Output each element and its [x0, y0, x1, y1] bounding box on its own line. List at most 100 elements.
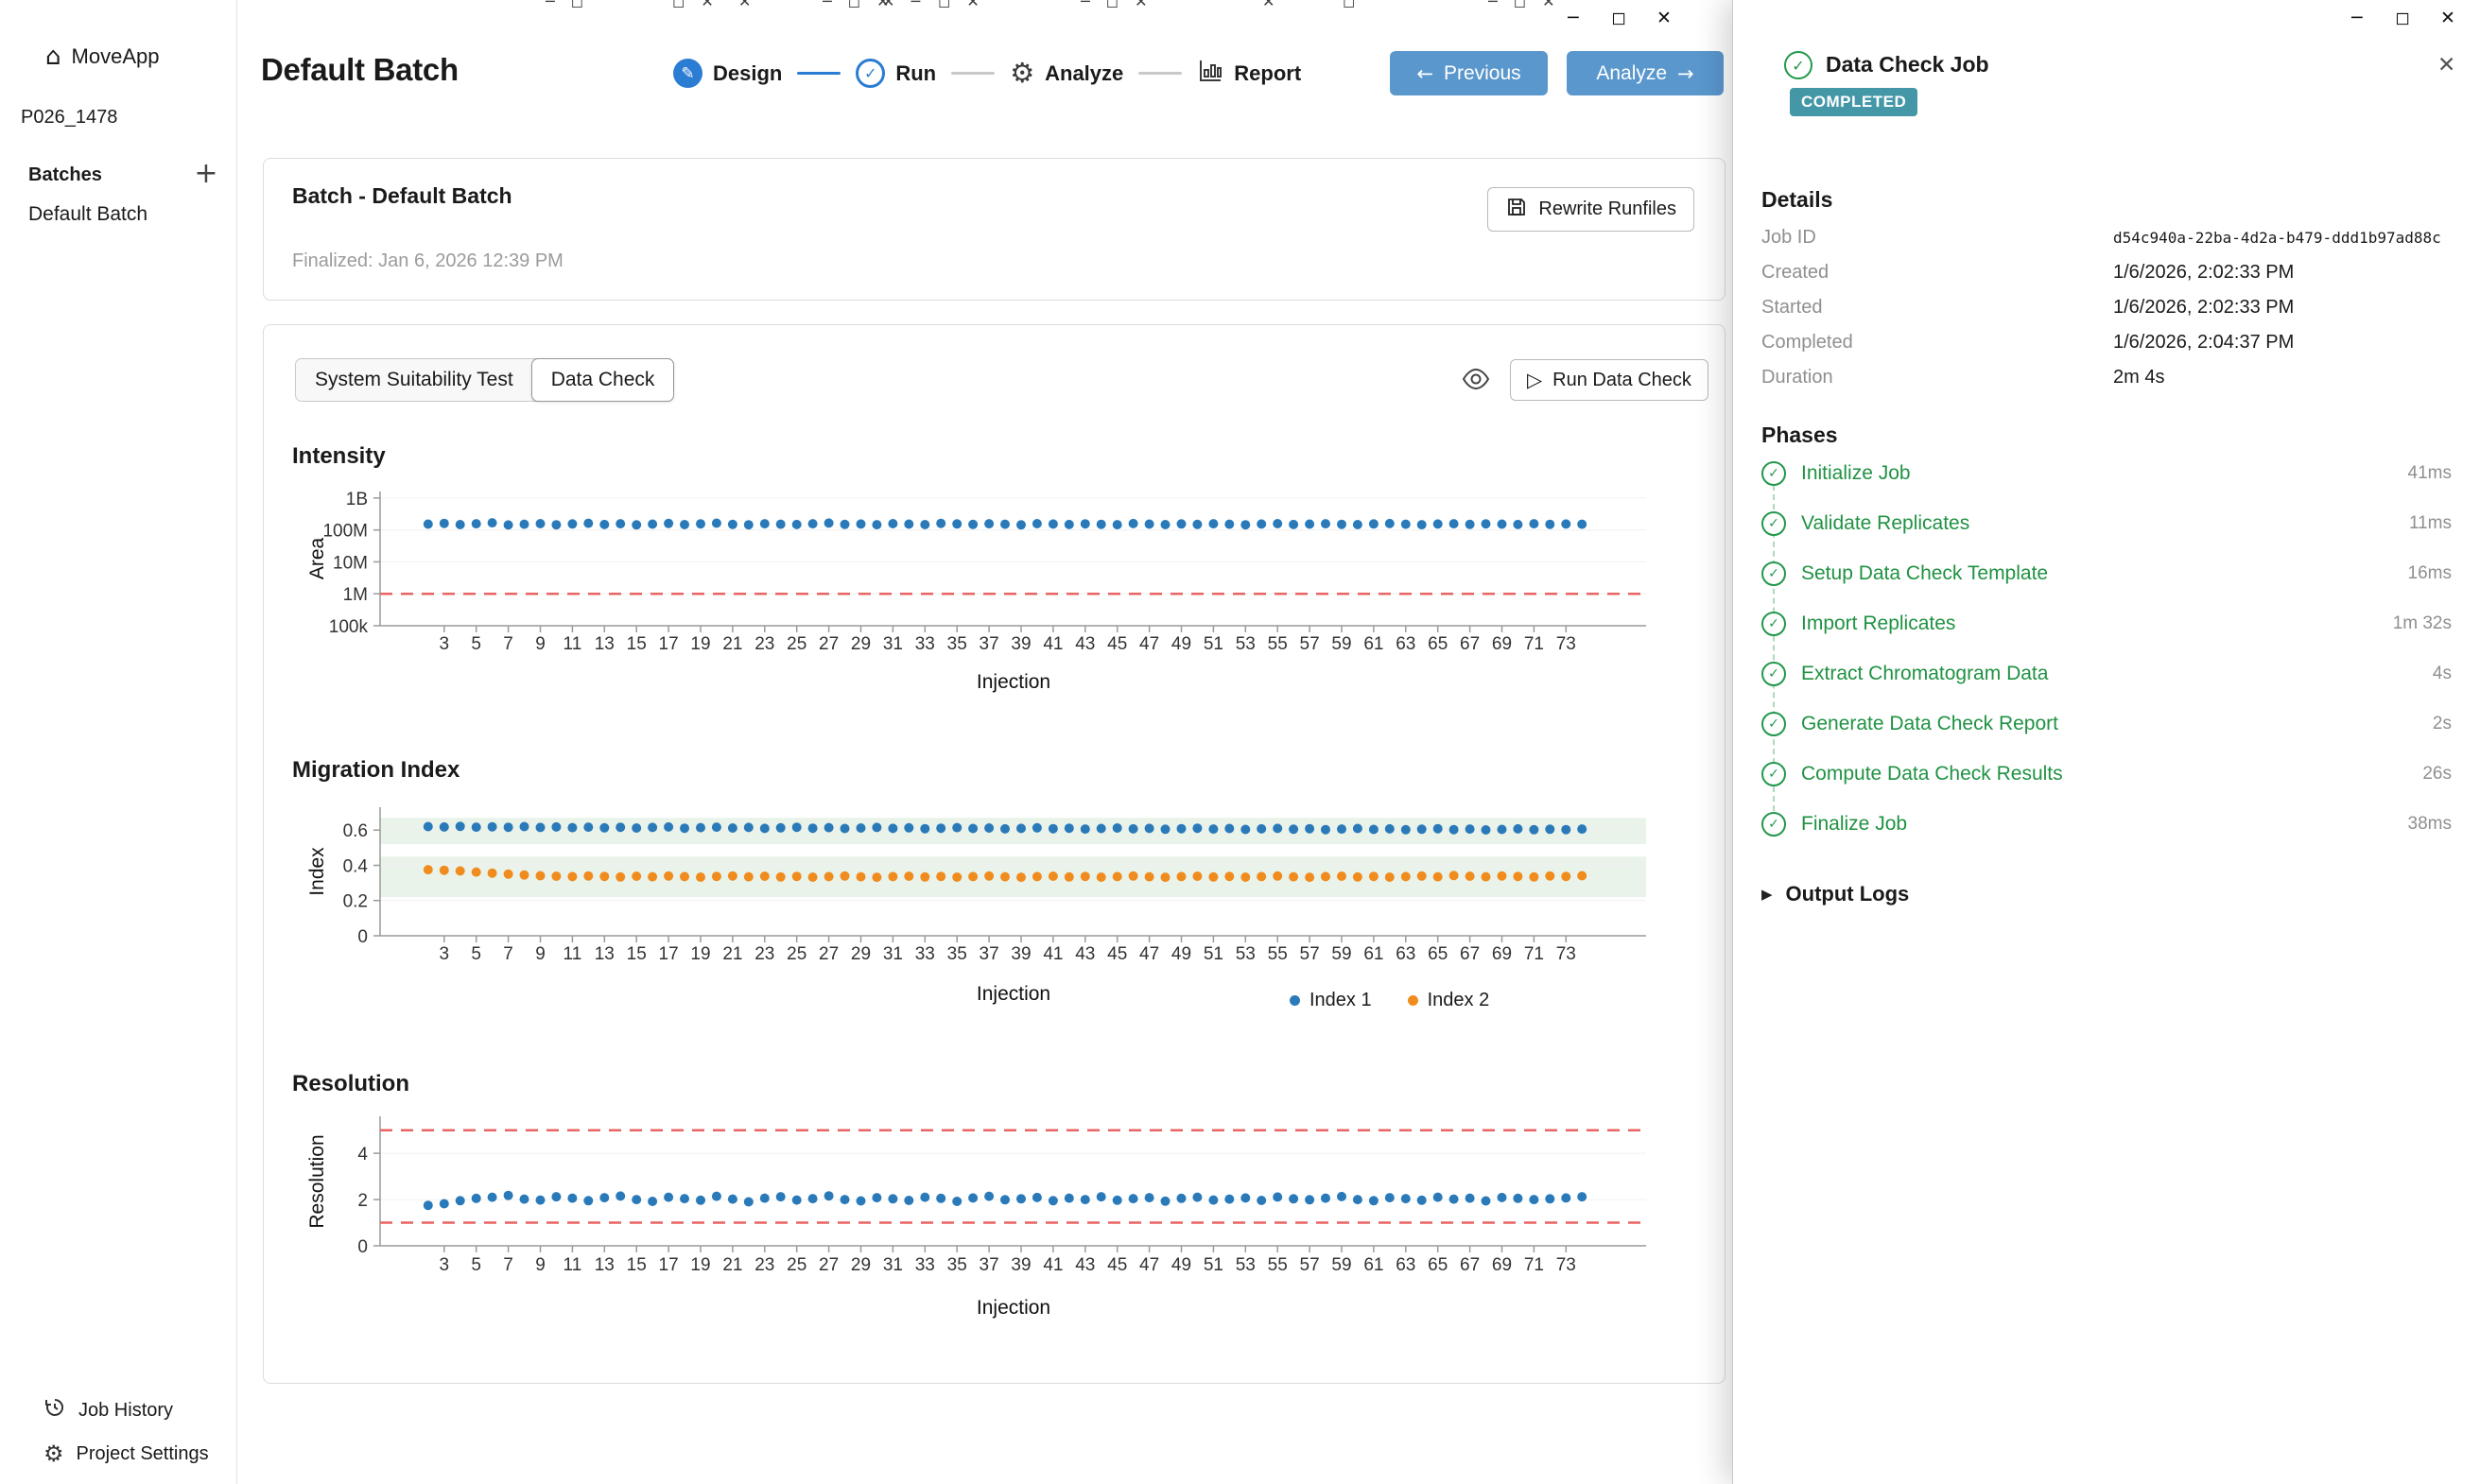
- left-arrow-icon: ←: [1416, 62, 1433, 85]
- svg-text:9: 9: [535, 944, 546, 964]
- svg-text:4: 4: [357, 1145, 368, 1165]
- details-list: Job ID d54c940a-22ba-4d2a-b479-ddd1b97ad…: [1761, 220, 2452, 395]
- analyze-button[interactable]: Analyze →: [1567, 51, 1724, 95]
- svg-text:33: 33: [915, 1255, 935, 1275]
- svg-text:35: 35: [947, 944, 967, 964]
- svg-text:29: 29: [851, 944, 871, 964]
- svg-text:55: 55: [1268, 1255, 1288, 1275]
- background-window-fragment: ✕: [738, 0, 756, 10]
- svg-text:65: 65: [1428, 944, 1448, 964]
- svg-text:5: 5: [471, 1255, 481, 1275]
- pencil-icon: ✎: [673, 59, 702, 88]
- step-design-label: Design: [713, 61, 782, 86]
- background-window-fragment: ◻: [1343, 0, 1361, 10]
- svg-text:69: 69: [1492, 944, 1512, 964]
- svg-text:19: 19: [690, 1255, 710, 1275]
- resolution-chart-title: Resolution: [292, 1071, 409, 1097]
- svg-text:59: 59: [1331, 634, 1351, 654]
- phase-check-icon: ✓: [1761, 561, 1786, 586]
- svg-text:57: 57: [1300, 944, 1320, 964]
- details-heading: Details: [1761, 187, 1832, 213]
- previous-button[interactable]: ← Previous: [1390, 51, 1548, 95]
- preview-button[interactable]: [1459, 368, 1493, 392]
- svg-text:45: 45: [1107, 1255, 1127, 1275]
- step-run-label: Run: [895, 61, 936, 86]
- phase-check-icon: ✓: [1761, 511, 1786, 536]
- svg-text:63: 63: [1396, 1255, 1415, 1275]
- tab-system-suitability-test[interactable]: System Suitability Test: [296, 359, 532, 401]
- svg-text:23: 23: [754, 1255, 774, 1275]
- svg-text:67: 67: [1460, 1255, 1480, 1275]
- svg-text:11: 11: [564, 634, 582, 654]
- phase-row-finalize-job: ✓ Finalize Job 38ms: [1761, 799, 2452, 849]
- gear-icon: ⚙: [1010, 60, 1034, 87]
- sidebar-item-job-history[interactable]: Job History: [43, 1396, 173, 1424]
- svg-text:61: 61: [1363, 1255, 1383, 1275]
- gear-icon: ⚙: [43, 1442, 64, 1465]
- svg-text:0.6: 0.6: [343, 821, 368, 841]
- page-title: Default Batch: [261, 52, 459, 88]
- svg-text:37: 37: [980, 1255, 999, 1275]
- background-window-fragment: ✕: [1262, 0, 1280, 10]
- svg-text:0.4: 0.4: [343, 857, 369, 877]
- output-logs-toggle[interactable]: ▶ Output Logs: [1761, 882, 1909, 906]
- panel-close-icon[interactable]: ✕: [2437, 53, 2455, 78]
- step-design[interactable]: ✎ Design: [673, 59, 782, 88]
- close-button[interactable]: ✕: [1641, 2, 1687, 34]
- svg-text:45: 45: [1107, 944, 1127, 964]
- intensity-chart-svg: 1B100M10M1M100k3579111315171921232527293…: [285, 478, 1665, 698]
- app-brand[interactable]: ⌂ MoveApp: [45, 44, 159, 69]
- batches-heading: Batches: [28, 164, 102, 186]
- phase-row-generate-report: ✓ Generate Data Check Report 2s: [1761, 699, 2452, 749]
- svg-text:9: 9: [535, 634, 546, 654]
- svg-text:71: 71: [1524, 634, 1544, 654]
- maximize-button[interactable]: ◻: [1596, 2, 1641, 34]
- svg-text:71: 71: [1524, 1255, 1544, 1275]
- svg-text:9: 9: [535, 1255, 546, 1275]
- history-icon: [43, 1396, 66, 1424]
- step-report[interactable]: Report: [1197, 58, 1301, 89]
- svg-text:45: 45: [1107, 634, 1127, 654]
- svg-text:27: 27: [819, 634, 839, 654]
- report-chart-icon: [1197, 58, 1223, 89]
- phase-row-validate-replicates: ✓ Validate Replicates 11ms: [1761, 498, 2452, 548]
- screen: ─ ◻◻ ✕✕─ ◻ ✕✕ ─◻ ✕─ ◻ ✕✕◻─ ◻ ✕ ⌂ MoveApp…: [0, 0, 2480, 1484]
- svg-text:25: 25: [787, 634, 806, 654]
- phase-row-initialize-job: ✓ Initialize Job 41ms: [1761, 448, 2452, 498]
- stepper: ✎ Design ✓ Run ⚙ Analyze Report: [673, 51, 1301, 95]
- phase-check-icon: ✓: [1761, 461, 1786, 486]
- svg-text:53: 53: [1236, 1255, 1256, 1275]
- check-circle-icon: ✓: [856, 59, 885, 88]
- svg-text:13: 13: [595, 634, 615, 654]
- migration-index-chart: 00.20.40.6357911131517192123252729313335…: [285, 795, 1665, 1014]
- sidebar-item-default-batch[interactable]: Default Batch: [28, 203, 147, 226]
- svg-text:69: 69: [1492, 634, 1512, 654]
- svg-text:3: 3: [440, 1255, 450, 1275]
- minimize-button[interactable]: ─: [1551, 2, 1596, 34]
- svg-text:0.2: 0.2: [343, 892, 368, 912]
- svg-text:100k: 100k: [329, 617, 369, 637]
- step-analyze[interactable]: ⚙ Analyze: [1010, 60, 1123, 87]
- legend-item-index-2: Index 2: [1408, 990, 1490, 1011]
- step-connector: [1138, 72, 1182, 75]
- svg-text:25: 25: [787, 1255, 806, 1275]
- phases-heading: Phases: [1761, 423, 1838, 448]
- svg-text:0: 0: [357, 927, 368, 947]
- svg-text:15: 15: [627, 634, 647, 654]
- run-data-check-button[interactable]: ▷ Run Data Check: [1510, 359, 1708, 401]
- svg-text:57: 57: [1300, 1255, 1320, 1275]
- step-run[interactable]: ✓ Run: [856, 59, 936, 88]
- sidebar-item-project-settings[interactable]: ⚙ Project Settings: [43, 1442, 209, 1465]
- job-panel: ─ ◻ ✕ ✓ Data Check Job ✕ COMPLETED Detai…: [1732, 0, 2480, 1484]
- rewrite-runfiles-button[interactable]: Rewrite Runfiles: [1487, 187, 1694, 232]
- tab-data-check[interactable]: Data Check: [531, 358, 675, 402]
- svg-text:73: 73: [1556, 1255, 1576, 1275]
- play-icon: ▷: [1527, 369, 1542, 391]
- phase-check-icon: ✓: [1761, 662, 1786, 686]
- svg-text:21: 21: [722, 1255, 742, 1275]
- svg-text:0: 0: [357, 1237, 368, 1257]
- add-batch-button[interactable]: +: [189, 159, 223, 189]
- svg-text:67: 67: [1460, 634, 1480, 654]
- status-badge: COMPLETED: [1790, 88, 1917, 116]
- svg-text:19: 19: [690, 944, 710, 964]
